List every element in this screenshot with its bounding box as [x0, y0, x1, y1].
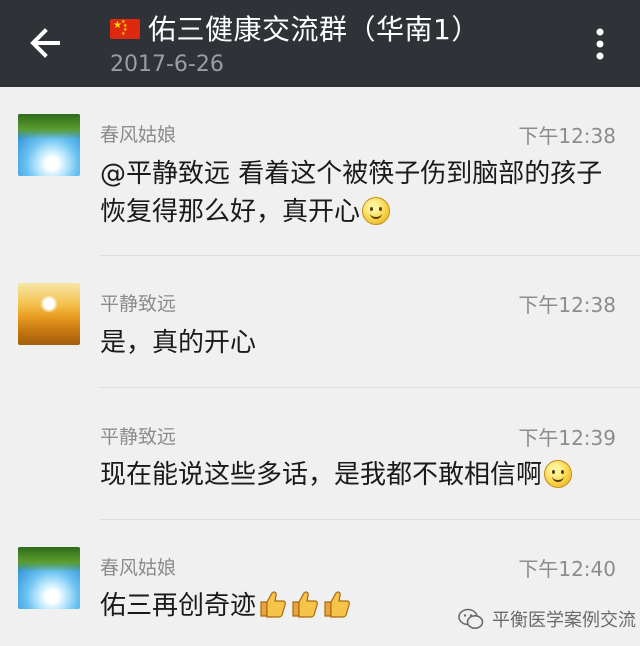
chat-header: ★ ★ ★ ★ ★ 佑三健康交流群（华南1） 2017-6-26: [0, 0, 640, 87]
avatar[interactable]: [18, 114, 80, 176]
watermark-label: 平衡医学案例交流: [492, 610, 636, 631]
sender-name: 春风姑娘: [100, 557, 177, 579]
watermark: 平衡医学案例交流: [458, 606, 636, 632]
message-text: 现在能说这些多话，是我都不敢相信啊: [100, 456, 610, 494]
message-item: 春风姑娘 下午12:38 @平静致远 看着这个被筷子伤到脑部的孩子恢复得那么好，…: [0, 87, 640, 257]
thumbs-up-emoji-icon: [324, 590, 351, 618]
divider: [100, 255, 640, 256]
sender-name: 平静致远: [100, 293, 177, 315]
chat-title: 佑三健康交流群（华南1）: [148, 13, 480, 46]
avatar[interactable]: [18, 547, 80, 609]
avatar[interactable]: [18, 283, 80, 345]
message-text-content: 现在能说这些多话，是我都不敢相信啊: [100, 460, 543, 490]
message-text: 佑三再创奇迹: [100, 587, 440, 625]
message-time: 下午12:38: [518, 293, 616, 317]
message-time: 下午12:38: [518, 124, 616, 148]
sender-name: 春风姑娘: [100, 124, 177, 146]
chat-date: 2017-6-26: [110, 52, 224, 77]
message-item: 平静致远 下午12:38 是，真的开心: [0, 257, 640, 389]
message-text: 是，真的开心: [100, 328, 257, 358]
divider: [100, 387, 640, 388]
thumbs-up-emoji-icon: [292, 590, 319, 618]
china-flag-icon: ★ ★ ★ ★ ★: [110, 19, 140, 39]
back-arrow-icon[interactable]: [28, 26, 62, 60]
more-options-icon[interactable]: [588, 24, 612, 64]
message-text-content: 佑三再创奇迹: [100, 591, 257, 621]
divider: [100, 519, 640, 520]
chat-title-row: ★ ★ ★ ★ ★ 佑三健康交流群（华南1）: [110, 10, 480, 46]
message-text: @平静致远 看着这个被筷子伤到脑部的孩子恢复得那么好，真开心: [100, 155, 610, 231]
message-time: 下午12:39: [518, 426, 616, 450]
message-item: 平静致远 下午12:39 现在能说这些多话，是我都不敢相信啊: [0, 389, 640, 521]
message-time: 下午12:40: [518, 557, 616, 581]
message-text-content: @平静致远 看着这个被筷子伤到脑部的孩子恢复得那么好，真开心: [100, 159, 603, 227]
thumbs-up-emoji-icon: [260, 590, 287, 618]
smile-emoji-icon: [544, 459, 573, 488]
smile-emoji-icon: [362, 196, 391, 225]
sender-name: 平静致远: [100, 426, 177, 448]
wechat-logo-icon: [458, 608, 484, 629]
